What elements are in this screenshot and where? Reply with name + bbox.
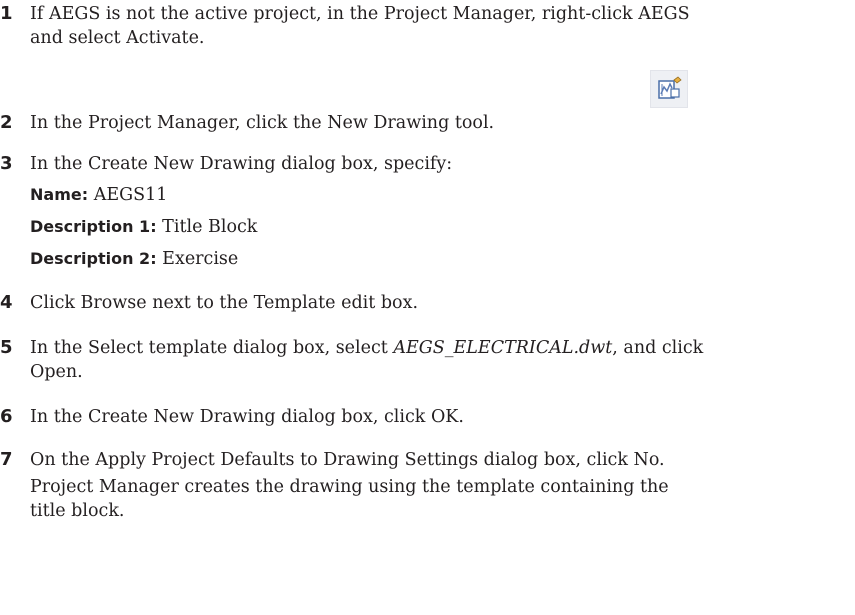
step-note: Project Manager creates the drawing usin… [30,477,669,521]
step-text: Click Browse next to the Template edit b… [30,293,419,313]
description-2-value: Exercise [162,249,239,269]
description-1-value: Title Block [162,217,258,237]
step-number: 3 [0,153,13,174]
step-text: In the Create New Drawing dialog box, sp… [30,154,453,174]
description-1-field: Description 1: Title Block [30,217,258,237]
step-number: 6 [0,406,13,427]
step-text: If AEGS is not the active project, in th… [30,4,690,48]
step-number: 4 [0,292,13,313]
name-value: AEGS11 [93,185,168,205]
step-number: 5 [0,337,13,358]
new-drawing-tool-icon [650,70,688,108]
step-text: On the Apply Project Defaults to Drawing… [30,450,665,470]
step-text: In the Select template dialog box, selec… [30,338,704,382]
description-2-field: Description 2: Exercise [30,249,239,269]
template-filename: AEGS_ELECTRICAL.dwt [393,338,613,358]
step-number: 1 [0,3,13,24]
step-text: In the Project Manager, click the New Dr… [30,113,495,133]
step-number: 7 [0,449,13,470]
name-field: Name: AEGS11 [30,185,168,205]
step-number: 2 [0,112,13,133]
step-text: In the Create New Drawing dialog box, cl… [30,407,464,427]
